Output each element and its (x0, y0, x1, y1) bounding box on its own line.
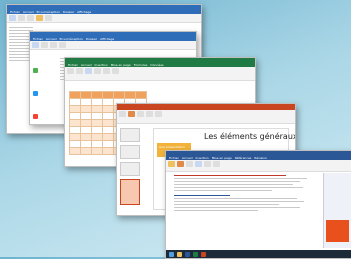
tab[interactable]: Références (235, 156, 252, 160)
tab[interactable]: Accueil (46, 37, 57, 41)
app-icon[interactable] (193, 251, 198, 257)
contact-icon[interactable] (33, 114, 38, 119)
notes-box[interactable] (326, 220, 349, 242)
ribbon (65, 67, 255, 81)
tab[interactable]: Révision (254, 156, 267, 160)
slide-thumbnail[interactable] (120, 128, 140, 142)
ribbon-button[interactable] (128, 111, 135, 117)
ribbon-button[interactable] (27, 15, 34, 21)
tab[interactable]: Mise en page (111, 63, 131, 67)
app-icon[interactable] (185, 251, 190, 257)
ribbon-button[interactable] (50, 42, 57, 48)
tab[interactable]: Dossier (86, 37, 97, 41)
app-icon[interactable] (201, 251, 206, 257)
tab[interactable]: Insertion (95, 63, 108, 67)
tab[interactable]: Fichier (33, 37, 43, 41)
ribbon-button[interactable] (146, 111, 153, 117)
ribbon (30, 41, 196, 50)
slide-thumbnail[interactable] (120, 145, 140, 159)
ribbon (7, 14, 201, 23)
contact-icon[interactable] (33, 91, 38, 96)
slide-thumbnails (120, 128, 140, 205)
ribbon-button[interactable] (9, 15, 16, 21)
contact-list (33, 54, 53, 124)
word-window[interactable]: Fichier Accueil Insertion Mise en page R… (165, 150, 351, 259)
tab[interactable]: Envoi/réception (37, 10, 60, 14)
tab[interactable]: Fichier (169, 156, 179, 160)
tab[interactable]: Mise en page (212, 156, 232, 160)
ribbon-button[interactable] (186, 161, 193, 167)
contact-icon[interactable] (33, 68, 38, 73)
ribbon (166, 160, 351, 172)
ribbon-button[interactable] (32, 42, 39, 48)
tab[interactable]: Fichier (68, 63, 78, 67)
ribbon-button[interactable] (103, 68, 110, 74)
ribbon-button[interactable] (36, 15, 43, 21)
ribbon-button[interactable] (67, 68, 74, 74)
tab[interactable]: Accueil (23, 10, 34, 14)
ribbon-button[interactable] (204, 161, 211, 167)
tab[interactable]: Accueil (81, 63, 92, 67)
tab[interactable]: Dossier (63, 10, 74, 14)
ribbon-button[interactable] (18, 15, 25, 21)
start-icon[interactable] (169, 251, 174, 257)
slide-thumbnail[interactable] (120, 162, 140, 176)
ribbon-button[interactable] (168, 161, 175, 167)
ribbon-button[interactable] (155, 111, 162, 117)
ribbon-button[interactable] (195, 161, 202, 167)
tab[interactable]: Données (150, 63, 163, 67)
ribbon-button[interactable] (137, 111, 144, 117)
document-page[interactable] (174, 173, 314, 248)
tab[interactable]: Insertion (196, 156, 209, 160)
ribbon (117, 110, 295, 124)
ribbon-button[interactable] (112, 68, 119, 74)
tab[interactable]: Formules (134, 63, 148, 67)
tab[interactable]: Affichage (77, 10, 91, 14)
ribbon-button[interactable] (45, 15, 52, 21)
ribbon-button[interactable] (76, 68, 83, 74)
ribbon-button[interactable] (94, 68, 101, 74)
ribbon-button[interactable] (177, 161, 184, 167)
side-panel (323, 173, 351, 248)
ribbon-button[interactable] (119, 111, 126, 117)
ribbon-button[interactable] (59, 42, 66, 48)
ribbon-button[interactable] (85, 68, 92, 74)
slide-title: Les éléments généraux (204, 132, 296, 141)
tab[interactable]: Fichier (10, 10, 20, 14)
ribbon-button[interactable] (41, 42, 48, 48)
tab[interactable]: Accueil (182, 156, 193, 160)
tab[interactable]: Affichage (100, 37, 114, 41)
ribbon-button[interactable] (213, 161, 220, 167)
slide-thumbnail[interactable] (120, 179, 140, 205)
app-icon[interactable] (177, 251, 182, 257)
tab[interactable]: Envoi/réception (60, 37, 83, 41)
